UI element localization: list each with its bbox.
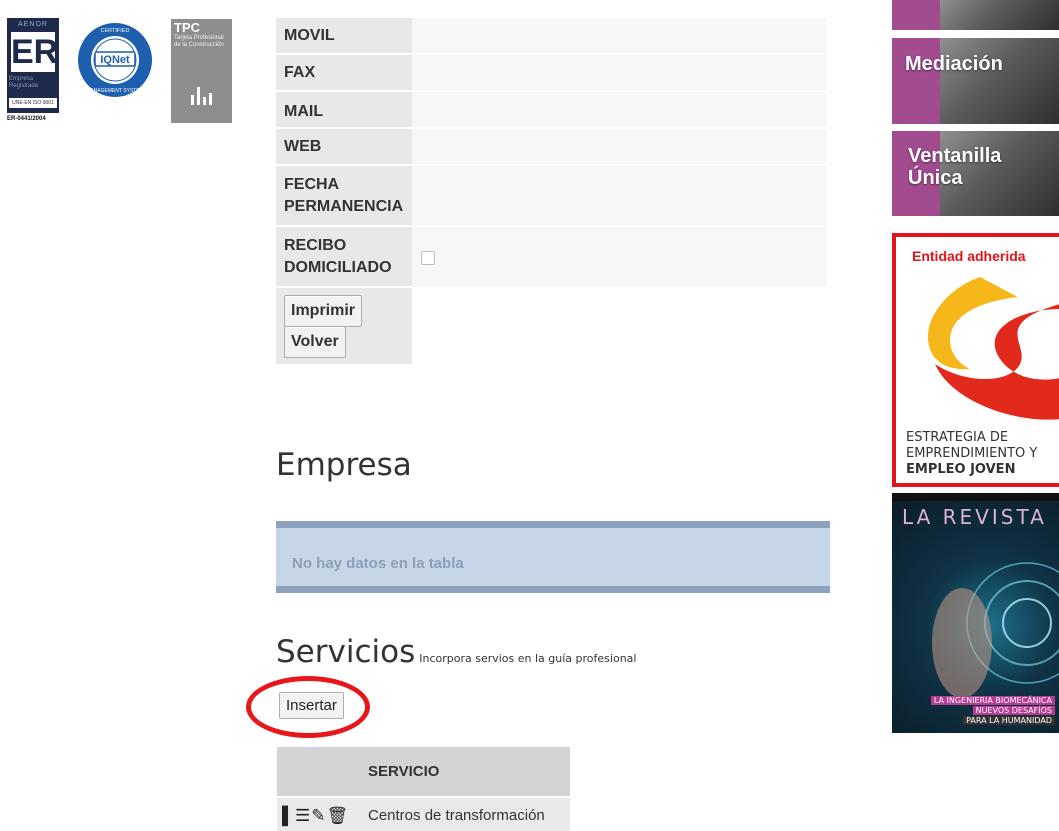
entidad-adherida-banner[interactable]: Entidad adherida ESTRATEGIA DE EMPRENDIM… [892,233,1059,487]
row-label-movil: MOVIL [284,27,335,44]
mediacion-label: Mediación [905,53,1003,75]
estrategia-line-1: ESTRATEGIA DE [906,430,1009,445]
iqnet-logo: IQNet CERTIFIED MANAGEMENT SYSTEM [76,21,154,99]
recibo-domiciliado-checkbox[interactable] [421,251,435,265]
servicio-name: Centros de transformación [368,807,545,824]
revista-title: LA REVISTA [902,505,1047,529]
edit-icon[interactable]: ✎ [311,806,326,825]
table-row: FAX [276,53,827,91]
table-row: FECHA PERMANENCIA [276,164,827,226]
ventanilla-line-2: Única [908,167,963,189]
adherida-title: Entidad adherida [912,248,1026,264]
row-actions: ▌☰✎🗑 [282,806,349,826]
revista-caption-3: PARA LA HUMANIDAD [963,716,1055,725]
iqnet-name: IQNet [100,54,130,66]
tpc-logo: TPC Tarjeta Profesional de la Construcci… [171,19,232,123]
table-row: MAIL [276,90,827,128]
table-row: RECIBO DOMICILIADO [276,225,827,287]
back-button[interactable]: Volver [284,326,346,358]
row-label-fecha-permanencia: FECHA PERMANENCIA [284,176,404,215]
table-row: MOVIL [276,16,827,54]
svg-text:MANAGEMENT SYSTEM: MANAGEMENT SYSTEM [86,88,144,94]
svg-text:CERTIFIED: CERTIFIED [101,28,130,34]
print-button[interactable]: Imprimir [284,295,363,327]
row-label-recibo-domiciliado: RECIBO DOMICILIADO [284,237,392,276]
aenor-top-text: AENOR [18,21,48,28]
empresa-table: No hay datos en la tabla [276,521,830,593]
servicios-subtitle: Incorpora servios en la guía profesional [419,652,637,665]
empty-table-message: No hay datos en la tabla [292,555,464,572]
servicios-title: Servicios [276,634,416,670]
tpc-subtitle: Tarjeta Profesional de la Construcción [174,35,224,48]
table-row: ▌☰✎🗑 Centros de transformación [277,796,570,831]
aenor-sub-text: Empresa Registrada [9,76,39,89]
tpc-title: TPC [174,20,200,35]
estrategia-text: ESTRATEGIA DE EMPRENDIMIENTO Y EMPLEO JO… [906,430,1037,478]
aenor-er-mark: ER [11,32,59,72]
estrategia-line-3: EMPLEO JOVEN [906,462,1016,477]
sidebar-tile-mediacion[interactable]: Mediación [892,38,1059,124]
table-row: WEB [276,127,827,165]
servicios-heading: Servicios Incorpora servios en la guía pr… [276,634,636,670]
ventanilla-line-1: Ventanilla [908,145,1002,167]
la-revista-cover[interactable]: LA REVISTA LA INGENIERIA BIOMECÁNICA NUE… [892,493,1059,733]
trash-icon[interactable]: 🗑 [327,806,350,825]
table-row: Imprimir Volver [276,286,412,364]
details-icon[interactable]: ▌☰ [282,806,311,825]
emprendimiento-swirl-icon [928,277,1059,420]
ventanilla-label: Ventanilla Única [908,145,1001,189]
row-label-fax: FAX [284,64,316,81]
revista-caption-2: NUEVOS DESAFÍOS [972,706,1055,715]
aenor-logo: AENOR ER Empresa Registrada UNE-EN ISO 9… [7,18,61,126]
aenor-standard: UNE-EN ISO 9001 [9,98,57,108]
row-label-mail: MAIL [284,103,324,120]
empresa-heading: Empresa [276,447,412,483]
servicios-table-header: SERVICIO [277,747,570,796]
revista-caption-1: LA INGENIERIA BIOMECÁNICA [930,696,1055,705]
estrategia-line-2: EMPRENDIMIENTO Y [906,446,1038,461]
sidebar-tile-top[interactable] [892,0,1059,30]
insert-button[interactable]: Insertar [279,692,344,719]
aenor-code: ER-0441/2004 [7,116,46,122]
column-header-servicio: SERVICIO [368,763,440,780]
revista-cover-art [932,562,1059,698]
tpc-bars-icon [191,87,215,105]
sidebar-tile-ventanilla[interactable]: Ventanilla Única [892,131,1059,216]
row-label-web: WEB [284,138,322,155]
